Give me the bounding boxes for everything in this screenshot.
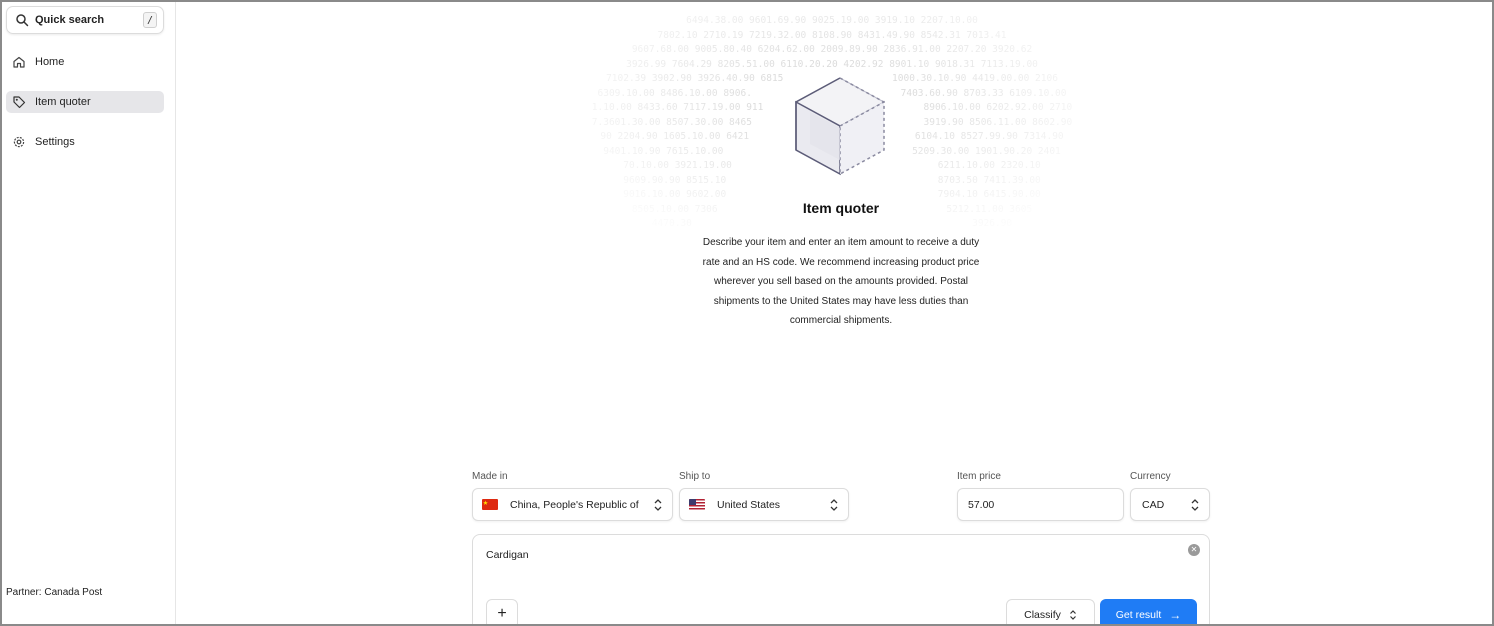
quick-search-label: Quick search <box>35 14 105 26</box>
currency-value: CAD <box>1142 498 1165 511</box>
sidebar-item-label: Item quoter <box>35 96 91 108</box>
made-in-value: China, People's Republic of <box>510 498 639 511</box>
chevron-up-down-icon <box>1191 498 1199 511</box>
made-in-label: Made in <box>472 471 508 482</box>
sidebar-item-label: Settings <box>35 136 75 148</box>
search-icon <box>16 14 29 27</box>
chevron-up-down-icon <box>654 498 662 511</box>
classify-button-label: Classify <box>1024 608 1061 621</box>
chevron-up-down-icon <box>1069 609 1076 620</box>
ship-to-label: Ship to <box>679 471 711 482</box>
page-title: Item quoter <box>802 200 880 216</box>
item-price-input[interactable]: 57.00 <box>957 488 1124 521</box>
currency-label: Currency <box>1130 471 1171 482</box>
item-price-label: Item price <box>957 471 1001 482</box>
sidebar-item-home[interactable]: Home <box>6 51 164 73</box>
ship-to-value: United States <box>717 498 781 511</box>
sidebar-item-settings[interactable]: Settings <box>6 131 164 153</box>
add-button[interactable]: + <box>486 599 518 624</box>
quick-search[interactable]: Quick search / <box>6 6 164 34</box>
page-description: Describe your item and enter an item amo… <box>702 237 980 327</box>
chevron-up-down-icon <box>830 498 838 511</box>
get-result-label: Get result <box>1115 608 1162 621</box>
sidebar-item-item-quoter[interactable]: Item quoter <box>6 91 164 113</box>
china-flag-icon <box>482 499 498 510</box>
app-window: Quick search / Home Item quoter Settings… <box>0 0 1494 626</box>
sidebar-item-label: Home <box>35 56 65 68</box>
cube-illustration <box>794 77 886 176</box>
us-flag-icon <box>689 499 705 510</box>
gear-icon <box>13 136 25 148</box>
clear-icon[interactable]: ✕ <box>1188 544 1200 556</box>
sidebar-nav: Home Item quoter Settings <box>6 51 164 171</box>
made-in-select[interactable]: China, People's Republic of <box>472 488 673 521</box>
arrow-right-icon: → <box>1169 607 1182 622</box>
tag-icon <box>13 96 26 109</box>
get-result-button[interactable]: Get result → <box>1100 599 1197 624</box>
item-price-value: 57.00 <box>968 498 995 511</box>
item-description-field[interactable]: Cardigan ✕ + Classify Get result → <box>472 534 1210 624</box>
currency-select[interactable]: CAD <box>1130 488 1210 521</box>
shortcut-key: / <box>143 12 157 28</box>
item-description-value[interactable]: Cardigan <box>486 549 529 561</box>
classify-button[interactable]: Classify <box>1006 599 1095 624</box>
home-icon <box>13 56 25 68</box>
partner-text: Partner: Canada Post <box>6 587 103 598</box>
sidebar: Quick search / Home Item quoter Settings… <box>2 2 176 624</box>
ship-to-select[interactable]: United States <box>679 488 849 521</box>
